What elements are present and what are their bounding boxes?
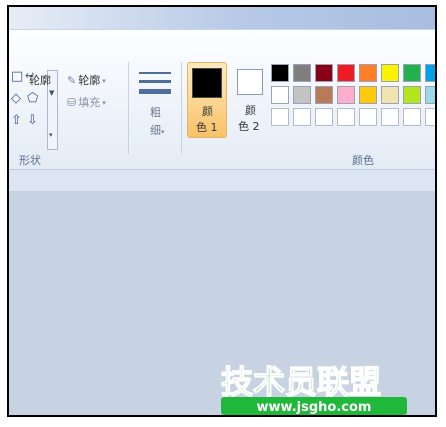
palette-custom-slot[interactable] [315, 108, 333, 126]
ribbon-home-tab: □ ↩ ◇ ⬠ ⇧ ⇩ ▼ ▾ 轮廓 ✎ 轮廓 ▾ ⛁ 填充 ▾ 形状 粗 细▾… [9, 29, 435, 170]
paint-window: □ ↩ ◇ ⬠ ⇧ ⇩ ▼ ▾ 轮廓 ✎ 轮廓 ▾ ⛁ 填充 ▾ 形状 粗 细▾… [7, 5, 437, 417]
palette-color-swatch[interactable] [425, 64, 435, 82]
size-label-1: 粗 [150, 106, 161, 119]
palette-custom-slot[interactable] [293, 108, 311, 126]
palette-color-swatch[interactable] [315, 86, 333, 104]
size-label-2: 细▾ [150, 124, 165, 137]
scroll-down-icon[interactable]: ▼ [49, 89, 54, 97]
palette-color-swatch[interactable] [271, 64, 289, 82]
palette-color-swatch[interactable] [271, 86, 289, 104]
palette-color-swatch[interactable] [425, 86, 435, 104]
color1-label-line1: 颜 [202, 105, 213, 118]
palette-color-swatch[interactable] [293, 64, 311, 82]
color1-label-line2: 色 1 [196, 121, 218, 134]
pentagon-shape-icon[interactable]: ⬠ [27, 92, 38, 106]
outline-label-2: 轮廓 [78, 74, 101, 87]
colors-group-label: 颜色 [352, 154, 374, 167]
color2-label-line1: 颜 [245, 104, 256, 117]
chevron-down-icon: ▾ [102, 99, 106, 107]
color2-swatch[interactable] [237, 69, 263, 95]
fill-bucket-icon: ⛁ [67, 96, 77, 109]
palette-custom-slot[interactable] [337, 108, 355, 126]
size-button[interactable]: 粗 细▾ [139, 72, 175, 172]
palette-custom-slot[interactable] [425, 108, 435, 126]
palette-custom-slot[interactable] [271, 108, 289, 126]
group-divider [181, 62, 182, 154]
ribbon-lower-strip [9, 169, 435, 192]
arrow-up-shape-icon[interactable]: ⇧ [11, 114, 22, 128]
color1-button[interactable]: 颜 色 1 [187, 62, 227, 138]
size-line-medium [139, 80, 171, 83]
expand-icon[interactable]: ▾ [49, 131, 53, 139]
palette-color-swatch[interactable] [381, 86, 399, 104]
shapes-group-label: 形状 [19, 154, 41, 167]
palette-color-swatch[interactable] [403, 64, 421, 82]
size-line-thick [139, 89, 171, 94]
palette-custom-slot[interactable] [381, 108, 399, 126]
palette-color-swatch[interactable] [293, 86, 311, 104]
palette-color-swatch[interactable] [359, 64, 377, 82]
size-line-thin [139, 72, 171, 74]
fill-button[interactable]: ⛁ 填充 ▾ [67, 94, 106, 110]
palette-color-swatch[interactable] [403, 86, 421, 104]
palette-color-swatch[interactable] [315, 64, 333, 82]
palette-custom-slot[interactable] [359, 108, 377, 126]
palette-color-swatch[interactable] [337, 64, 355, 82]
palette-color-swatch[interactable] [337, 86, 355, 104]
outline-label: 轮廓 [29, 74, 51, 87]
chevron-down-icon: ▾ [102, 77, 106, 85]
title-bar [9, 7, 435, 29]
diamond-shape-icon[interactable]: ◇ [11, 92, 21, 106]
fill-label: 填充 [78, 96, 101, 109]
pen-icon: ✎ [67, 74, 77, 87]
palette-color-swatch[interactable] [359, 86, 377, 104]
arrow-down-shape-icon[interactable]: ⇩ [27, 114, 38, 128]
palette-color-swatch[interactable] [381, 64, 399, 82]
watermark-logo: 技术员联盟 www.jsgho.com [220, 362, 407, 415]
group-divider [128, 62, 129, 154]
rectangle-shape-icon[interactable]: □ [11, 70, 23, 84]
outline-button[interactable]: ✎ 轮廓 ▾ [67, 72, 106, 88]
color2-label-line2: 色 2 [238, 120, 260, 133]
palette-custom-slot[interactable] [403, 108, 421, 126]
watermark-url: www.jsgho.com [257, 400, 372, 415]
outline-button-1[interactable]: 轮廓 [29, 72, 51, 88]
chevron-down-icon: ▾ [161, 128, 165, 136]
color1-swatch [192, 68, 222, 98]
watermark-title: 技术员联盟 [221, 363, 381, 401]
